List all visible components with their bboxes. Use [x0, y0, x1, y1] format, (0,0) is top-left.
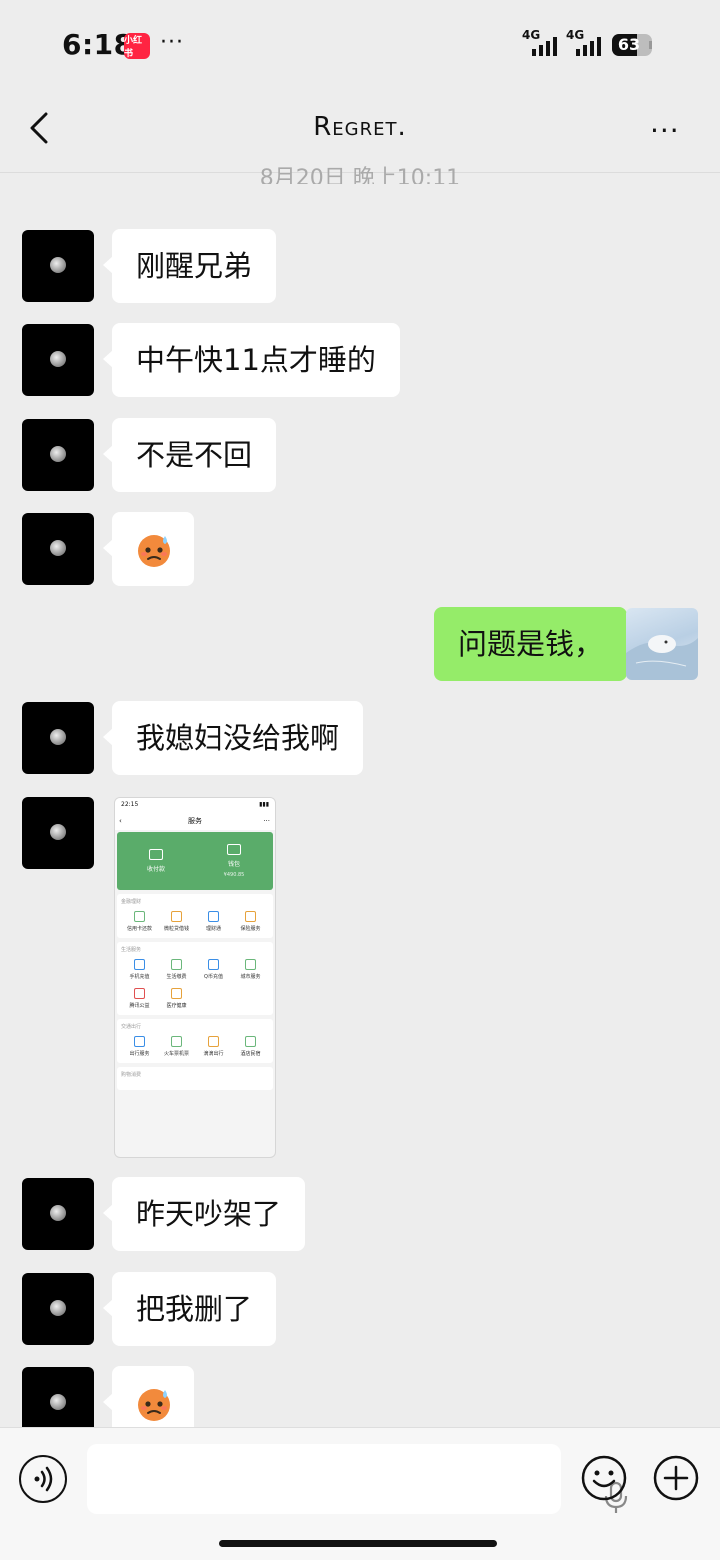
emoji-picker-icon[interactable] [581, 1455, 627, 1501]
utility-icon [171, 959, 182, 970]
screenshot-section: 交通出行 出行服务 火车票机票 滴滴出行 酒店民宿 [117, 1019, 273, 1063]
phone-topup-icon [134, 959, 145, 970]
screenshot-nav-bar: ‹ 服务 ··· [115, 812, 275, 830]
battery-icon: 63 [612, 34, 652, 56]
signal-1-icon: 4G [522, 28, 558, 58]
screenshot-more-icon: ··· [263, 817, 270, 825]
contact-avatar[interactable] [22, 797, 94, 869]
city-service-icon [245, 959, 256, 970]
my-message-bubble[interactable]: 问题是钱， [433, 607, 637, 681]
wealth-icon [208, 911, 219, 922]
screenshot-payment-banner: 收付款 钱包 ¥490.85 [117, 832, 273, 890]
my-avatar[interactable] [626, 608, 698, 680]
qcoin-icon [208, 959, 219, 970]
contact-avatar[interactable] [22, 419, 94, 491]
hotel-icon [245, 1036, 256, 1047]
sweat-face-emoji [138, 535, 170, 567]
message-bubble[interactable]: 中午快11点才睡的 [103, 323, 400, 397]
emoji-message-bubble[interactable] [103, 512, 194, 586]
signal-2-icon: 4G [566, 28, 602, 58]
screenshot-section: 金融理财 信用卡还款 微粒贷借钱 理财通 保险服务 [117, 894, 273, 938]
message-bubble[interactable]: 不是不回 [102, 418, 277, 492]
contact-avatar[interactable] [22, 230, 94, 302]
contact-avatar[interactable] [22, 513, 94, 585]
message-bubble[interactable]: 我媳妇没给我啊 [102, 701, 364, 775]
contact-avatar[interactable] [22, 702, 94, 774]
screenshot-section: 生活服务 手机充值 生活缴费 Q币充值 城市服务 腾讯公益 医疗健康 [117, 942, 273, 1015]
medical-icon [171, 988, 182, 999]
date-separator: 8月20日 晚上10:11 [259, 166, 461, 184]
message-input[interactable] [87, 1444, 628, 1514]
contact-avatar[interactable] [22, 1273, 94, 1345]
image-message[interactable]: 22:15 ▮▮▮ ‹ 服务 ··· 收付款 钱包 ¥490.85 金融理财 信用卡… [114, 797, 276, 1158]
sweat-face-emoji [138, 1389, 170, 1421]
status-bar: 6:18 小红书 ··· 4G 4G 63 [0, 0, 720, 90]
voice-input-icon[interactable] [19, 1455, 67, 1503]
credit-card-icon [134, 911, 145, 922]
plus-more-icon[interactable] [653, 1455, 699, 1501]
wallet-icon [227, 844, 241, 855]
contact-avatar[interactable] [22, 1178, 94, 1250]
loan-icon [171, 911, 182, 922]
xiaohongshu-notification-icon: 小红书 [124, 33, 150, 59]
status-time: 6:18 [62, 28, 134, 61]
travel-icon [134, 1036, 145, 1047]
message-bubble[interactable]: 把我删了 [102, 1272, 277, 1346]
chat-title: Regret. [313, 112, 407, 142]
pay-scan-icon [149, 849, 163, 860]
screenshot-back-icon: ‹ [119, 817, 122, 825]
contact-avatar[interactable] [22, 324, 94, 396]
battery-percent: 63 [617, 35, 641, 54]
screenshot-status-bar: 22:15 ▮▮▮ [115, 798, 275, 812]
more-options-icon[interactable]: ··· [650, 114, 680, 147]
train-ticket-icon [171, 1036, 182, 1047]
message-bubble[interactable]: 昨天吵架了 [102, 1177, 306, 1251]
message-bubble[interactable]: 刚醒兄弟 [102, 229, 277, 303]
charity-icon [134, 988, 145, 999]
screenshot-section: 购物消费 [117, 1067, 273, 1090]
more-notifications-icon: ··· [160, 30, 184, 55]
insurance-icon [245, 911, 256, 922]
didi-icon [208, 1036, 219, 1047]
home-indicator[interactable] [219, 1540, 497, 1547]
